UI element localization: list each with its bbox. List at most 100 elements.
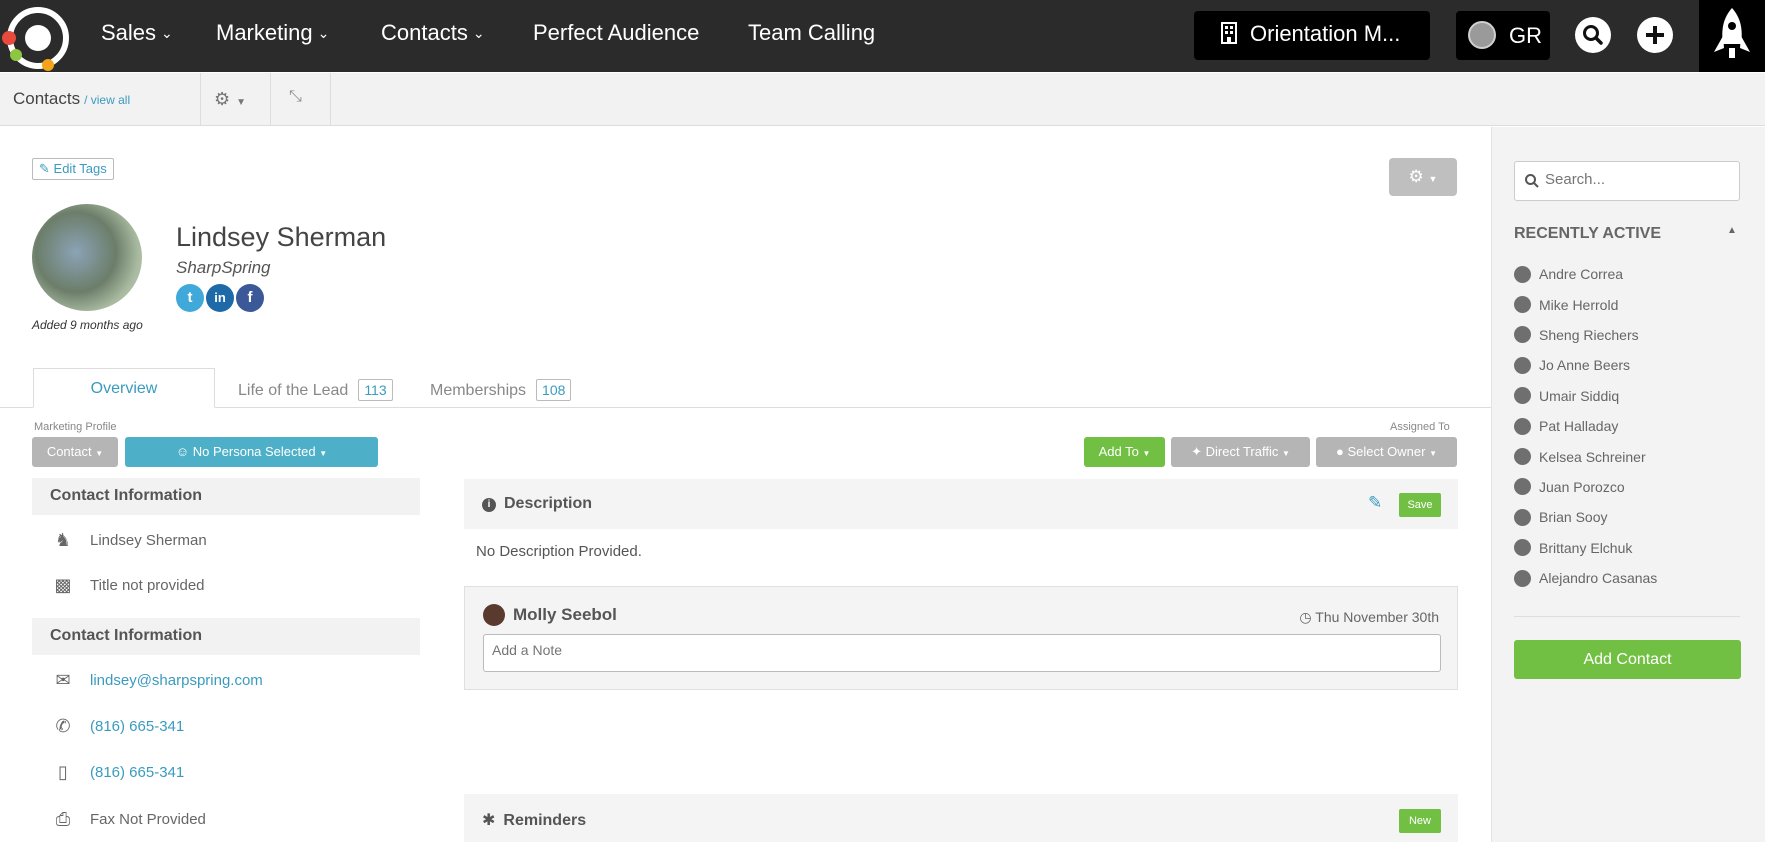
launchpad-button[interactable] <box>1699 0 1765 72</box>
tabs-divider <box>0 407 1491 408</box>
chevron-down-icon: ⌄ <box>317 25 330 41</box>
wand-icon: ✦ <box>1191 444 1202 459</box>
sidebar-search-input[interactable] <box>1545 171 1730 188</box>
list-item[interactable]: Sheng Riechers <box>1514 320 1657 350</box>
lead-source-dropdown[interactable]: ✦ Direct Traffic ▼ <box>1171 437 1310 467</box>
caret-down-icon: ▼ <box>95 449 104 458</box>
compress-icon: ⤡ <box>289 88 302 105</box>
list-item[interactable]: Pat Halladay <box>1514 411 1657 441</box>
gear-icon: ⚙ <box>1408 167 1424 186</box>
breadcrumb: Contacts / view all <box>13 89 130 109</box>
contact-information-header: Contact Information <box>32 478 420 515</box>
user-initials: GR <box>1509 23 1542 48</box>
sub-toolbar: Contacts / view all ⚙ ▼ ⤡ <box>0 73 1765 126</box>
caret-down-icon: ▼ <box>1281 449 1290 458</box>
rocket-icon <box>1714 8 1750 58</box>
nav-perfect-audience[interactable]: Perfect Audience <box>533 20 699 46</box>
user-icon: ● <box>1335 444 1344 459</box>
nav-team-calling[interactable]: Team Calling <box>748 20 875 46</box>
right-sidebar: RECENTLY ACTIVE ▲ Andre Correa Mike Herr… <box>1491 127 1765 842</box>
tab-overview[interactable]: Overview <box>33 368 215 408</box>
note-date: ◷ Thu November 30th <box>1299 609 1439 625</box>
avatar <box>1514 569 1531 587</box>
contact-type-dropdown[interactable]: Contact ▼ <box>32 437 118 467</box>
contact-phone[interactable]: ✆ (816) 665-341 <box>52 716 184 736</box>
contact-company: SharpSpring <box>176 258 271 277</box>
persona-dropdown[interactable]: ☺ No Persona Selected ▼ <box>125 437 378 467</box>
list-item[interactable]: Andre Correa <box>1514 259 1657 289</box>
contact-email[interactable]: ✉ lindsey@sharpspring.com <box>52 670 262 690</box>
nav-marketing[interactable]: Marketing ⌄ <box>216 20 329 46</box>
caret-down-icon: ▼ <box>1429 449 1438 458</box>
list-item[interactable]: Jo Anne Beers <box>1514 350 1657 380</box>
logo-icon[interactable] <box>0 3 72 71</box>
list-item[interactable]: Brian Sooy <box>1514 502 1657 532</box>
pin-icon: ✱ <box>482 812 496 829</box>
edit-tags-button[interactable]: ✎ Edit Tags <box>32 158 114 180</box>
save-description-button[interactable]: Save <box>1399 493 1441 517</box>
list-item[interactable]: Brittany Elchuk <box>1514 533 1657 563</box>
avatar <box>1514 448 1531 466</box>
sidebar-search[interactable] <box>1514 161 1740 201</box>
count-badge: 108 <box>536 379 572 401</box>
view-all-link[interactable]: / view all <box>84 93 130 107</box>
nav-contacts[interactable]: Contacts ⌄ <box>381 20 485 46</box>
building-icon <box>1221 22 1237 44</box>
list-item[interactable]: Alejandro Casanas <box>1514 563 1657 593</box>
tab-life-of-the-lead[interactable]: Life of the Lead 113 <box>238 368 393 408</box>
facebook-icon[interactable]: f <box>236 284 264 312</box>
search-button[interactable] <box>1575 17 1611 53</box>
contact-information-header: Contact Information <box>32 618 420 655</box>
avatar <box>1514 417 1531 435</box>
add-to-dropdown[interactable]: Add To ▼ <box>1084 437 1165 467</box>
info-icon: i <box>482 498 496 512</box>
user-avatar <box>1468 21 1496 49</box>
avatar <box>1514 296 1531 314</box>
added-date: Added 9 months ago <box>32 318 143 332</box>
divider <box>270 73 271 126</box>
phone-icon: ✆ <box>55 716 71 736</box>
tab-memberships[interactable]: Memberships 108 <box>430 368 572 408</box>
user-menu-button[interactable]: GR <box>1456 11 1550 60</box>
contact-name: Lindsey Sherman <box>176 222 387 252</box>
note-author: Molly Seebol <box>483 604 617 626</box>
collapse-button[interactable]: ⤡ <box>289 88 302 106</box>
gear-icon: ⚙ <box>214 89 231 109</box>
plus-icon <box>1646 26 1664 44</box>
caret-down-icon: ▼ <box>1142 449 1151 458</box>
fax-icon: ⎙ <box>55 809 71 829</box>
clock-icon: ◷ <box>1299 609 1312 625</box>
list-item[interactable]: Juan Porozco <box>1514 472 1657 502</box>
envelope-icon: ✉ <box>55 670 71 690</box>
count-badge: 113 <box>358 379 393 401</box>
divider <box>200 73 201 126</box>
caret-down-icon: ▼ <box>236 97 247 108</box>
contact-fax: ⎙ Fax Not Provided <box>52 809 206 829</box>
pencil-icon[interactable]: ✎ <box>1368 493 1382 513</box>
add-note-input[interactable] <box>483 634 1441 672</box>
contact-settings-button[interactable]: ⚙ ▼ <box>1389 158 1457 196</box>
note-panel: Molly Seebol ◷ Thu November 30th <box>464 586 1458 690</box>
organization-switcher-button[interactable]: Orientation M... <box>1194 11 1430 60</box>
select-owner-dropdown[interactable]: ● Select Owner ▼ <box>1316 437 1457 467</box>
settings-dropdown[interactable]: ⚙ ▼ <box>214 89 246 110</box>
collapse-caret-icon[interactable]: ▲ <box>1727 225 1737 236</box>
nav-sales[interactable]: Sales ⌄ <box>101 20 173 46</box>
user-icon: ♞ <box>54 530 72 550</box>
description-panel-header: i Description ✎ Save <box>464 479 1458 529</box>
description-title: i Description <box>482 495 592 513</box>
avatar <box>1514 508 1531 526</box>
search-icon <box>1525 174 1539 188</box>
add-contact-button[interactable]: Add Contact <box>1514 640 1741 679</box>
twitter-icon[interactable]: t <box>176 284 204 312</box>
list-item[interactable]: Mike Herrold <box>1514 289 1657 319</box>
persona-icon: ☺ <box>175 444 190 459</box>
contact-mobile[interactable]: ▯ (816) 665-341 <box>52 762 184 782</box>
create-button[interactable] <box>1637 17 1673 53</box>
assigned-to-label: Assigned To <box>1390 421 1450 433</box>
new-reminder-button[interactable]: New <box>1399 809 1441 833</box>
marketing-profile-label: Marketing Profile <box>34 421 117 433</box>
linkedin-icon[interactable]: in <box>206 284 234 312</box>
list-item[interactable]: Kelsea Schreiner <box>1514 441 1657 471</box>
list-item[interactable]: Umair Siddiq <box>1514 381 1657 411</box>
